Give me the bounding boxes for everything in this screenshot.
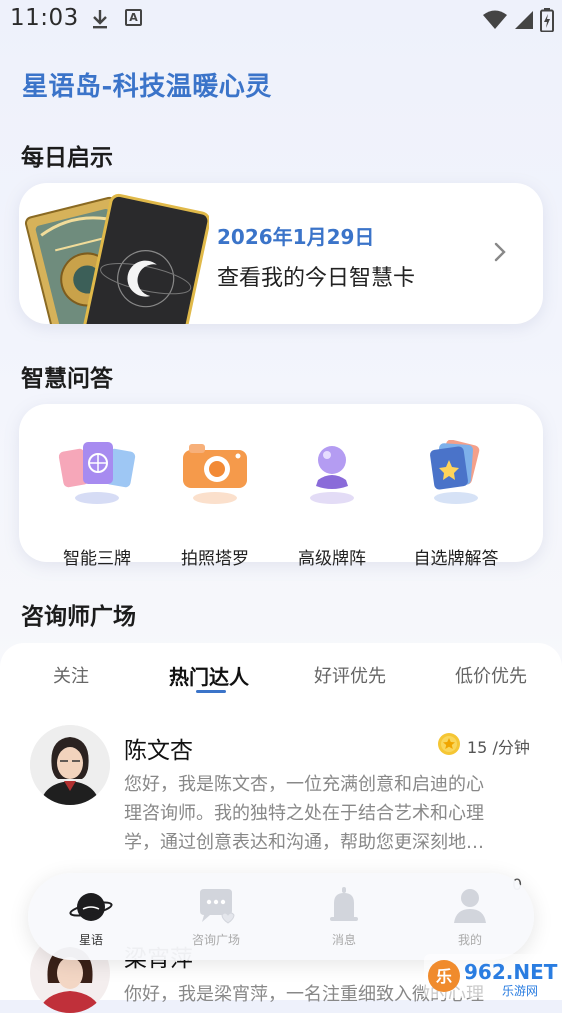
qa-item-label: 智能三牌 <box>63 549 131 569</box>
app-title: 星语岛-科技温暖心灵 <box>22 72 272 102</box>
counselor-name: 陈文杏 <box>124 738 193 764</box>
download-icon <box>93 10 107 29</box>
tab-lowest-price[interactable]: 低价优先 <box>455 662 527 688</box>
battery-icon <box>540 8 554 32</box>
nav-label: 咨询广场 <box>191 933 240 947</box>
daily-card-text: 查看我的今日智慧卡 <box>217 266 416 291</box>
status-bar: 11:03 A <box>0 0 562 40</box>
card-stack-icon <box>430 440 480 504</box>
notification-a-icon: A <box>125 9 142 26</box>
crystal-ball-icon <box>310 446 354 504</box>
user-icon <box>454 889 486 923</box>
tab-best-rated[interactable]: 好评优先 <box>314 662 386 688</box>
qa-item-label: 拍照塔罗 <box>181 549 249 569</box>
bottom-nav: 星语 咨询广场 消息 我的 <box>28 873 534 960</box>
section-title-daily: 每日启示 <box>21 145 113 171</box>
svg-text:乐: 乐 <box>436 967 452 986</box>
watermark-logo: 乐 962.NET 乐游网 <box>424 952 562 1000</box>
bell-icon <box>330 887 358 921</box>
tarot-cards-image <box>24 193 209 324</box>
nav-label: 星语 <box>78 933 103 947</box>
chevron-right-icon <box>494 242 506 262</box>
nav-label: 我的 <box>457 933 482 947</box>
tab-hot[interactable]: 热门达人 <box>169 661 249 690</box>
counselor-desc-line: 您好，我是陈文杏，一位充满创意和启迪的心 <box>124 774 484 795</box>
nav-label: 消息 <box>331 933 356 947</box>
camera-icon <box>183 444 247 504</box>
counselor-price: 15 /分钟 <box>467 738 530 757</box>
daily-card[interactable]: 2026年1月29日 查看我的今日智慧卡 <box>19 183 543 324</box>
avatar <box>30 725 110 805</box>
chat-bubble-icon <box>200 889 235 924</box>
counselor-desc-line: 学，通过创意表达和沟通，帮助您更深刻地… <box>124 832 484 853</box>
status-icons <box>482 8 554 32</box>
svg-text:962.NET: 962.NET <box>464 960 558 984</box>
section-title-qa: 智慧问答 <box>21 366 113 392</box>
tab-follow[interactable]: 关注 <box>53 662 89 688</box>
wifi-icon <box>483 10 507 29</box>
qa-item-label: 自选牌解答 <box>413 549 499 569</box>
svg-text:乐游网: 乐游网 <box>502 984 538 998</box>
qa-item-label: 高级牌阵 <box>298 549 366 569</box>
daily-date: 2026年1月29日 <box>217 225 375 249</box>
qa-card: 智能三牌 拍照塔罗 高级牌阵 自选牌解答 <box>19 404 543 569</box>
coin-icon <box>438 733 460 755</box>
planet-icon <box>69 893 113 921</box>
section-title-consult: 咨询师广场 <box>21 604 136 630</box>
status-time: 11:03 <box>10 5 79 31</box>
signal-icon <box>515 11 533 29</box>
three-cards-icon <box>58 442 136 504</box>
active-tab-indicator <box>196 690 226 693</box>
counselor-desc-line: 理咨询师。我的独特之处在于结合艺术和心理 <box>124 803 484 824</box>
